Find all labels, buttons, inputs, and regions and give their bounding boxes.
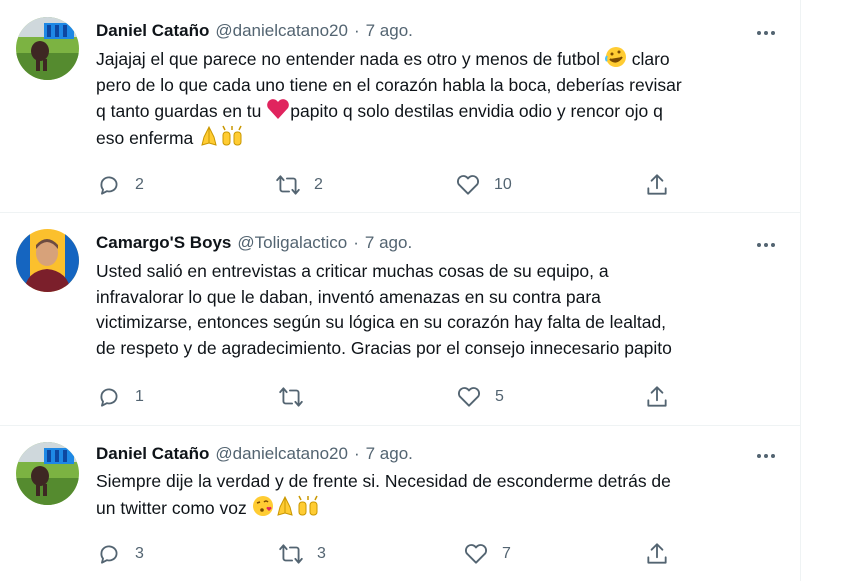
reply-button[interactable]: 2 — [96, 171, 144, 199]
tweet-text: Usted salió en entrevistas a criticar mu… — [96, 259, 786, 361]
author-name[interactable]: Camargo'S Boys — [96, 233, 231, 253]
more-icon[interactable] — [752, 447, 780, 465]
kissing-heart-emoji-icon — [252, 495, 273, 516]
raising-hands-emoji-icon — [222, 125, 242, 145]
folded-hands-emoji-icon — [201, 125, 217, 146]
tweet[interactable]: Camargo'S Boys @Toligalactico · 7 ago. U… — [0, 213, 800, 425]
avatar[interactable] — [16, 442, 79, 505]
folded-hands-emoji-icon — [276, 495, 293, 516]
tweet-text-line: un twitter como voz — [96, 497, 247, 518]
retweet-icon — [279, 387, 303, 407]
like-button[interactable]: 10 — [455, 171, 512, 199]
dot-separator: · — [353, 233, 359, 252]
author-name[interactable]: Daniel Cataño — [96, 21, 209, 41]
tweet-text-line: claro — [631, 49, 670, 69]
reply-button[interactable]: 1 — [96, 383, 144, 411]
like-icon — [465, 544, 487, 564]
avatar[interactable] — [16, 17, 79, 80]
tweet-text-line: eso enferma — [96, 127, 194, 148]
share-icon — [647, 174, 667, 195]
like-count: 5 — [495, 388, 504, 405]
dot-separator: · — [353, 444, 360, 463]
like-count: 10 — [494, 176, 512, 193]
heart-emoji-icon — [267, 99, 290, 119]
tweet-text-line: Jajajaj el que parece no entender nada e… — [96, 49, 600, 69]
more-icon[interactable] — [752, 236, 780, 254]
retweet-count: 3 — [317, 545, 326, 562]
reply-icon — [100, 388, 118, 407]
author-name[interactable]: Daniel Cataño — [96, 444, 209, 464]
reply-icon — [100, 176, 118, 195]
tweet-date[interactable]: 7 ago. — [365, 233, 412, 253]
dot-separator: · — [353, 21, 360, 40]
retweet-icon — [276, 175, 300, 195]
reply-count: 3 — [135, 545, 144, 562]
tweet-date[interactable]: 7 ago. — [366, 444, 413, 464]
tweet[interactable]: Daniel Cataño @danielcatano20 · 7 ago. S… — [0, 426, 800, 581]
like-icon — [458, 387, 480, 407]
share-icon — [647, 543, 667, 564]
tweet-text-line: de respeto y de agradecimiento. Gracias … — [96, 337, 672, 358]
tweet-text-line: papito q solo destilas envidia odio y re… — [290, 101, 663, 121]
tweet-text-line: victimizarse, entonces según su lógica e… — [96, 312, 667, 332]
reply-button[interactable]: 3 — [96, 540, 144, 568]
share-button[interactable] — [644, 383, 670, 411]
tweet-text-line: pero de lo que cada uno tiene en el cora… — [96, 74, 682, 95]
retweet-icon — [279, 544, 303, 564]
share-icon — [647, 386, 667, 407]
tweet-date[interactable]: 7 ago. — [366, 21, 413, 41]
retweet-button[interactable]: 3 — [278, 540, 326, 568]
like-button[interactable]: 5 — [456, 383, 504, 411]
tweet-text-line: Siempre dije la verdad y de frente si. N… — [96, 471, 671, 491]
reply-icon — [100, 545, 118, 564]
rofl-emoji-icon — [604, 47, 626, 67]
retweet-button[interactable] — [278, 383, 317, 411]
author-handle[interactable]: @danielcatano20 — [215, 21, 348, 41]
reply-count: 2 — [135, 176, 144, 193]
reply-count: 1 — [135, 388, 144, 405]
share-button[interactable] — [644, 171, 670, 199]
avatar[interactable] — [16, 229, 79, 292]
tweet-text-line: q tanto guardas en tu — [96, 101, 262, 121]
more-icon[interactable] — [752, 24, 780, 42]
timeline-border — [800, 0, 801, 581]
tweet-text-line: infravalorar lo que le daban, inventó am… — [96, 286, 601, 307]
tweet-text-line: Usted salió en entrevistas a criticar mu… — [96, 261, 609, 281]
author-handle[interactable]: @danielcatano20 — [215, 444, 348, 464]
like-count: 7 — [502, 545, 511, 562]
share-button[interactable] — [644, 540, 670, 568]
tweet-text: Siempre dije la verdad y de frente si. N… — [96, 469, 786, 521]
author-handle[interactable]: @Toligalactico — [237, 233, 347, 253]
tweet[interactable]: Daniel Cataño @danielcatano20 · 7 ago. J… — [0, 0, 800, 212]
tweet-text: Jajajaj el que parece no entender nada e… — [96, 46, 786, 151]
like-button[interactable]: 7 — [463, 540, 511, 568]
raising-hands-emoji-icon — [297, 495, 318, 515]
retweet-count: 2 — [314, 176, 323, 193]
retweet-button[interactable]: 2 — [275, 171, 323, 199]
like-icon — [457, 175, 479, 195]
